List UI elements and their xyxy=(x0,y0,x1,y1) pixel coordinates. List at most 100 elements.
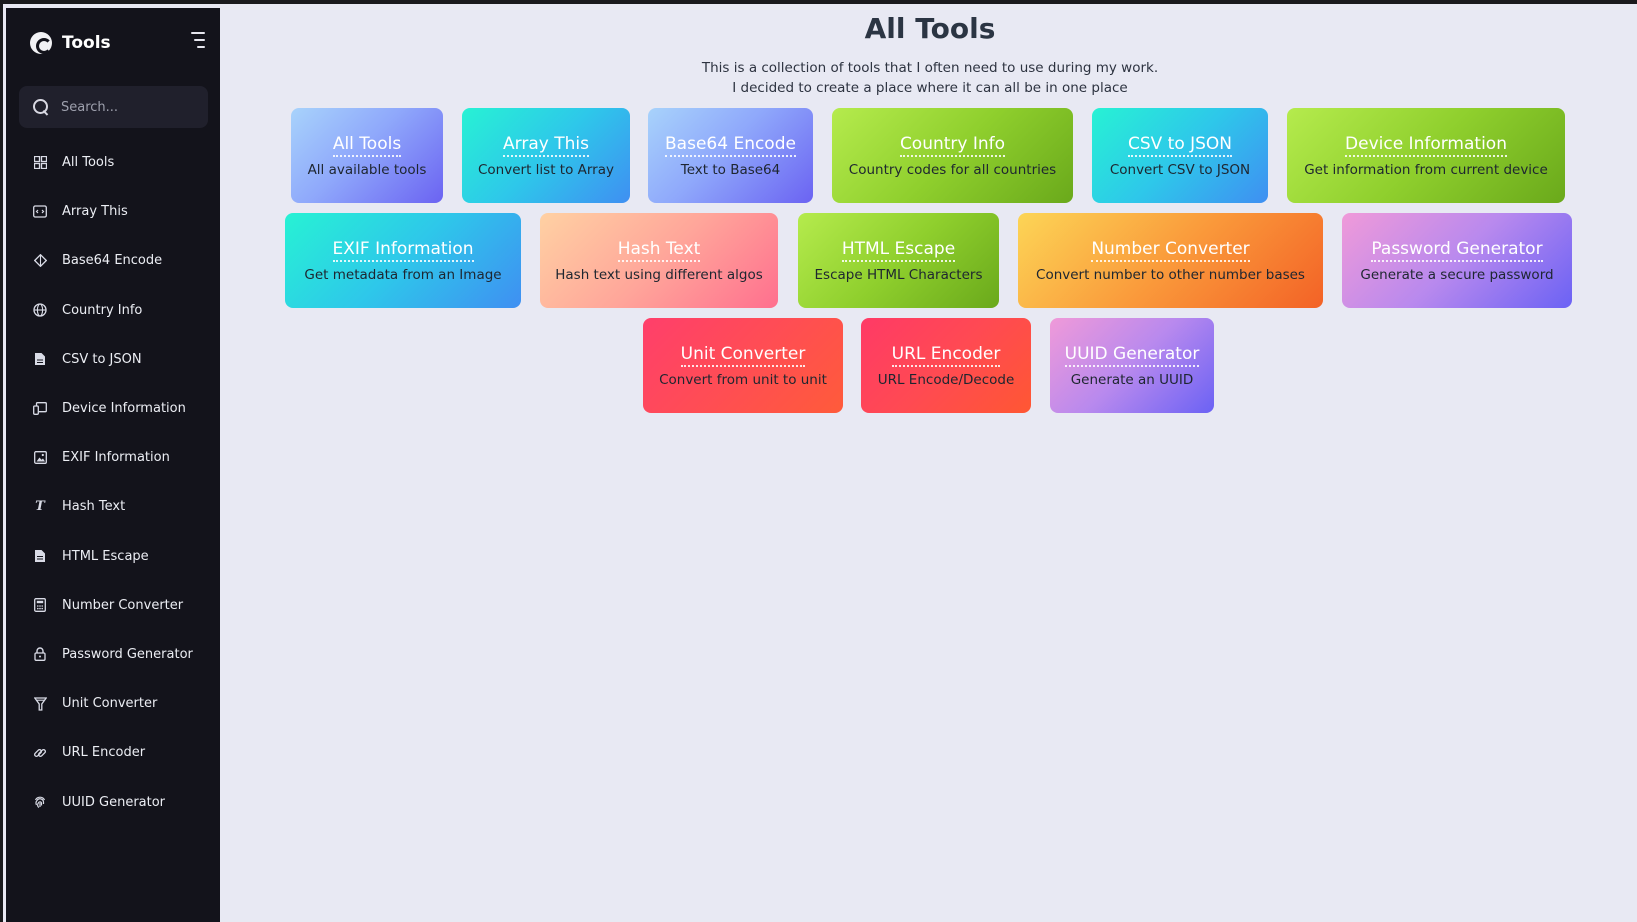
intro-text: This is a collection of tools that I oft… xyxy=(220,58,1637,98)
sidebar-item-label: Base64 Encode xyxy=(62,253,163,269)
sidebar-item-label: HTML Escape xyxy=(62,548,149,564)
code-icon xyxy=(33,205,47,219)
app-frame: Tools All Tools Array This xyxy=(0,0,1637,922)
sidebar-item-label: UUID Generator xyxy=(62,794,166,810)
card-title: Device Information xyxy=(1345,133,1507,157)
card-description: Convert list to Array xyxy=(478,162,614,178)
file-text-icon xyxy=(33,549,47,563)
card-description: Generate a secure password xyxy=(1360,267,1554,283)
card-description: Hash text using different algos xyxy=(555,267,763,283)
brand[interactable]: Tools xyxy=(30,28,111,58)
file-icon xyxy=(33,352,47,366)
fingerprint-icon xyxy=(33,795,47,809)
card-description: Escape HTML Characters xyxy=(814,267,983,283)
card-description: Country codes for all countries xyxy=(848,162,1057,178)
card-description: Text to Base64 xyxy=(680,162,781,178)
card-title: Country Info xyxy=(899,133,1006,157)
sidebar-item-exif-information[interactable]: EXIF Information xyxy=(6,433,220,482)
devices-icon xyxy=(33,402,47,416)
sidebar-item-label: CSV to JSON xyxy=(62,351,142,367)
sidebar-item-label: URL Encoder xyxy=(62,745,146,761)
sidebar-item-label: All Tools xyxy=(62,155,115,171)
card-title: HTML Escape xyxy=(841,238,956,262)
card-description: Get metadata from an Image xyxy=(304,267,502,283)
sidebar-item-url-encoder[interactable]: URL Encoder xyxy=(6,728,220,777)
tool-card-password-generator[interactable]: Password Generator Generate a secure pas… xyxy=(1342,213,1572,308)
card-description: Get information from current device xyxy=(1304,162,1548,178)
tool-card-array-this[interactable]: Array This Convert list to Array xyxy=(462,108,630,203)
sidebar-item-base64-encode[interactable]: Base64 Encode xyxy=(6,236,220,285)
sidebar-item-country-info[interactable]: Country Info xyxy=(6,286,220,335)
sidebar-item-label: EXIF Information xyxy=(62,450,170,466)
logo-icon xyxy=(30,32,52,54)
tool-card-unit-converter[interactable]: Unit Converter Convert from unit to unit xyxy=(643,318,843,413)
card-title: CSV to JSON xyxy=(1127,133,1233,157)
globe-icon xyxy=(33,303,47,317)
page-title: All Tools xyxy=(864,12,996,45)
card-title: Unit Converter xyxy=(680,343,806,367)
tool-card-csv-to-json[interactable]: CSV to JSON Convert CSV to JSON xyxy=(1092,108,1268,203)
sidebar-item-array-this[interactable]: Array This xyxy=(6,187,220,236)
diamond-icon xyxy=(33,254,47,268)
sidebar-item-uuid-generator[interactable]: UUID Generator xyxy=(6,777,220,826)
tool-card-base64-encode[interactable]: Base64 Encode Text to Base64 xyxy=(648,108,813,203)
card-title: Number Converter xyxy=(1091,238,1250,262)
tool-card-device-information[interactable]: Device Information Get information from … xyxy=(1287,108,1565,203)
sidebar-item-label: Hash Text xyxy=(62,499,126,515)
italic-t-icon: T xyxy=(35,499,45,515)
intro-line: I decided to create a place where it can… xyxy=(732,80,1128,96)
card-description: Convert number to other number bases xyxy=(1036,267,1305,283)
search-icon xyxy=(33,99,49,115)
sidebar-item-hash-text[interactable]: T Hash Text xyxy=(6,482,220,531)
sidebar-item-device-information[interactable]: Device Information xyxy=(6,384,220,433)
sidebar-item-label: Country Info xyxy=(62,302,143,318)
sidebar-item-all-tools[interactable]: All Tools xyxy=(6,138,220,187)
card-description: Convert from unit to unit xyxy=(659,372,827,388)
sidebar-item-number-converter[interactable]: Number Converter xyxy=(6,581,220,630)
tool-card-country-info[interactable]: Country Info Country codes for all count… xyxy=(832,108,1073,203)
card-title: All Tools xyxy=(332,133,402,157)
sidebar-item-unit-converter[interactable]: Unit Converter xyxy=(6,679,220,728)
search-box[interactable] xyxy=(19,86,208,128)
tool-card-all-tools[interactable]: All Tools All available tools xyxy=(291,108,443,203)
card-title: Base64 Encode xyxy=(665,133,796,157)
brand-title: Tools xyxy=(62,33,111,53)
sidebar-item-password-generator[interactable]: Password Generator xyxy=(6,630,220,679)
card-description: Convert CSV to JSON xyxy=(1109,162,1251,178)
sidebar: Tools All Tools Array This xyxy=(6,8,220,922)
intro-line: This is a collection of tools that I oft… xyxy=(701,60,1159,76)
card-title: UUID Generator xyxy=(1064,343,1200,367)
sidebar-nav: All Tools Array This Base64 Encode Count… xyxy=(6,138,220,827)
sidebar-item-html-escape[interactable]: HTML Escape xyxy=(6,532,220,581)
sidebar-item-label: Unit Converter xyxy=(62,696,158,712)
lock-icon xyxy=(33,647,47,662)
card-description: URL Encode/Decode xyxy=(877,372,1015,388)
tool-card-uuid-generator[interactable]: UUID Generator Generate an UUID xyxy=(1050,318,1214,413)
card-title: Array This xyxy=(503,133,589,157)
card-description: Generate an UUID xyxy=(1070,372,1194,388)
link-icon xyxy=(33,746,47,760)
image-icon xyxy=(33,451,47,465)
menu-icon-line xyxy=(194,39,205,41)
menu-collapse-button[interactable] xyxy=(187,32,205,48)
card-title: EXIF Information xyxy=(332,238,474,262)
card-title: Password Generator xyxy=(1371,238,1543,262)
sidebar-item-csv-to-json[interactable]: CSV to JSON xyxy=(6,335,220,384)
search-input[interactable] xyxy=(61,99,191,115)
tool-card-hash-text[interactable]: Hash Text Hash text using different algo… xyxy=(540,213,778,308)
tool-card-url-encoder[interactable]: URL Encoder URL Encode/Decode xyxy=(861,318,1031,413)
tool-card-number-converter[interactable]: Number Converter Convert number to other… xyxy=(1018,213,1323,308)
calculator-icon xyxy=(33,598,47,613)
sidebar-item-label: Password Generator xyxy=(62,646,193,662)
filter-icon xyxy=(33,697,47,711)
main-content: All Tools This is a collection of tools … xyxy=(220,8,1637,922)
sidebar-item-label: Number Converter xyxy=(62,597,184,613)
grid-icon xyxy=(33,156,47,170)
menu-icon-line xyxy=(191,32,205,34)
sidebar-item-label: Array This xyxy=(62,204,128,220)
tool-card-exif-information[interactable]: EXIF Information Get metadata from an Im… xyxy=(285,213,521,308)
tool-card-html-escape[interactable]: HTML Escape Escape HTML Characters xyxy=(798,213,999,308)
sidebar-item-label: Device Information xyxy=(62,401,186,417)
card-title: Hash Text xyxy=(617,238,701,262)
card-description: All available tools xyxy=(307,162,427,178)
